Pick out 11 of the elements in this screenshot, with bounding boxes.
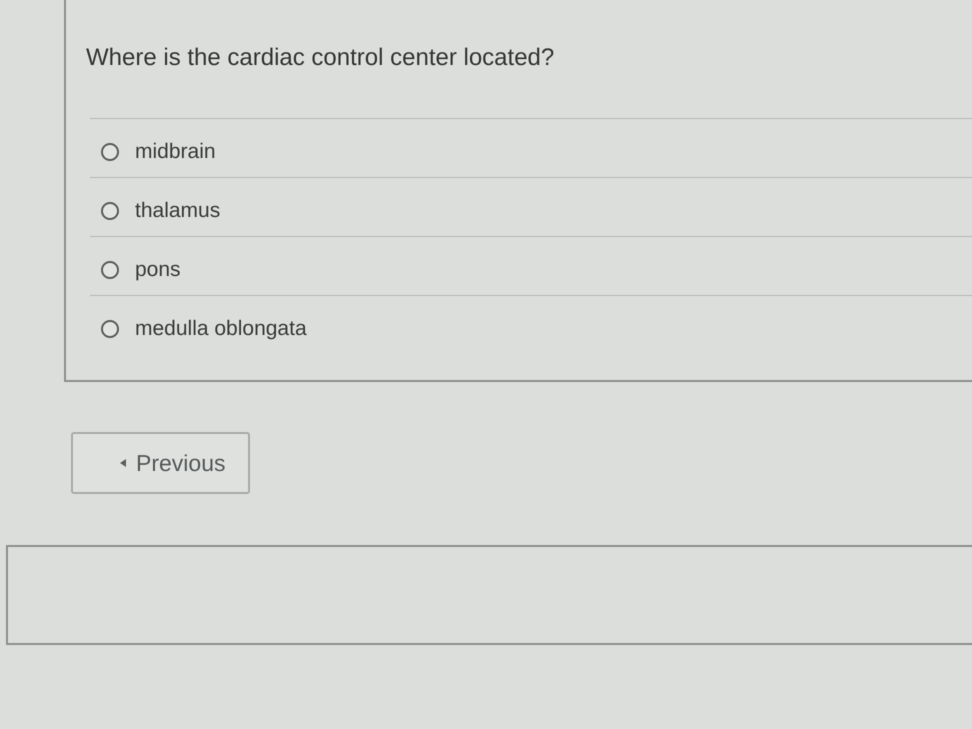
radio-button[interactable]: [101, 143, 119, 161]
option-label[interactable]: pons: [135, 258, 181, 282]
option-label[interactable]: midbrain: [135, 140, 216, 164]
previous-button[interactable]: Previous: [71, 432, 250, 494]
option-label[interactable]: medulla oblongata: [135, 317, 307, 341]
radio-button[interactable]: [101, 261, 119, 279]
option-label[interactable]: thalamus: [135, 199, 220, 223]
caret-icon: [120, 459, 126, 467]
radio-button[interactable]: [101, 202, 119, 220]
question-text: Where is the cardiac control center located?: [86, 44, 554, 72]
radio-button[interactable]: [101, 320, 119, 338]
